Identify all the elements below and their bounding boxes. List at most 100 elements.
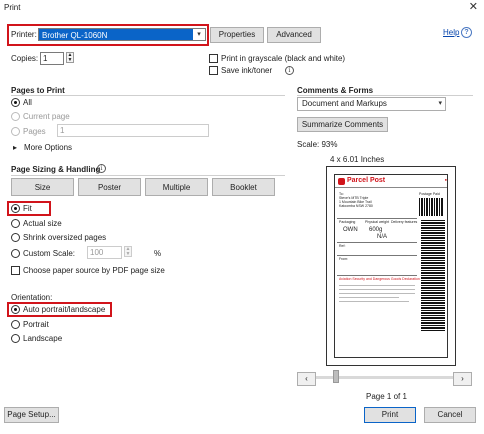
custom-scale-stepper[interactable]: ▲ ▼ xyxy=(124,246,132,257)
shrink-oversized-radio[interactable] xyxy=(11,233,20,242)
help-icon[interactable]: ? xyxy=(461,27,472,38)
pages-label: Pages xyxy=(23,127,46,136)
divider xyxy=(337,255,417,256)
divider xyxy=(337,218,417,219)
custom-scale-radio[interactable] xyxy=(11,249,20,258)
fit-label: Fit xyxy=(23,204,32,213)
comments-forms-value: Document and Markups xyxy=(302,99,387,108)
copies-stepper[interactable]: ▲ ▼ xyxy=(66,52,74,63)
packaging-label: Packaging xyxy=(339,220,356,224)
poster-button[interactable]: Poster xyxy=(78,178,141,196)
label-header: Parcel Post ● xyxy=(335,175,447,188)
comments-forms-title: Comments & Forms xyxy=(297,86,374,95)
help-link[interactable]: Help xyxy=(443,28,459,37)
carrier-logo: ● xyxy=(444,177,447,182)
all-label: All xyxy=(23,98,32,107)
preview-slider-thumb[interactable] xyxy=(333,370,339,383)
info-icon[interactable]: i xyxy=(285,66,294,75)
pages-range-input[interactable]: 1 xyxy=(57,124,209,137)
close-icon[interactable]: ✕ xyxy=(469,0,478,13)
pages-radio[interactable] xyxy=(11,127,20,136)
copies-label: Copies: xyxy=(11,54,39,63)
properties-button[interactable]: Properties xyxy=(210,27,264,43)
divider xyxy=(11,175,285,176)
fit-radio[interactable] xyxy=(11,204,20,213)
landscape-label: Landscape xyxy=(23,334,63,343)
orientation-title: Orientation: xyxy=(11,293,53,302)
print-dialog: Print ✕ Printer: Brother QL-1060N ▾ Prop… xyxy=(0,0,484,434)
security-notice: Aviation Security and Dangerous Goods De… xyxy=(339,277,420,281)
postage-barcode xyxy=(419,198,443,216)
from-label: From: xyxy=(339,257,349,261)
actual-size-label: Actual size xyxy=(23,219,62,228)
delivery-value: N/A xyxy=(377,234,388,240)
print-preview: Parcel Post ● To: Steve's MTB Triple 1 M… xyxy=(326,166,456,366)
save-ink-label: Save ink/toner xyxy=(221,66,273,75)
page-setup-button[interactable]: Page Setup... xyxy=(4,407,59,423)
divider xyxy=(297,95,473,96)
custom-scale-unit: % xyxy=(154,249,162,258)
comments-forms-select[interactable]: Document and Markups ▾ xyxy=(297,97,446,111)
divider xyxy=(337,242,417,243)
shrink-oversized-label: Shrink oversized pages xyxy=(23,233,107,242)
advanced-button[interactable]: Advanced xyxy=(267,27,321,43)
more-options-link[interactable]: More Options xyxy=(24,143,72,152)
title-bar: Print ✕ xyxy=(0,0,484,17)
summarize-comments-button[interactable]: Summarize Comments xyxy=(297,117,388,132)
current-page-label: Current page xyxy=(23,112,70,121)
window-title: Print xyxy=(4,3,21,12)
grayscale-label: Print in grayscale (black and white) xyxy=(221,54,346,63)
actual-size-radio[interactable] xyxy=(11,219,20,228)
choose-paper-source-checkbox[interactable] xyxy=(11,266,20,275)
custom-scale-input[interactable]: 100 xyxy=(87,246,122,259)
australia-post-logo xyxy=(338,178,345,185)
next-page-button[interactable]: › xyxy=(453,372,472,386)
label-to-line: Katoomba NSW 2780 xyxy=(339,204,373,208)
portrait-label: Portrait xyxy=(23,320,49,329)
chevron-down-icon: ▾ xyxy=(438,100,442,107)
booklet-button[interactable]: Booklet xyxy=(212,178,275,196)
label-preview-page: Parcel Post ● To: Steve's MTB Triple 1 M… xyxy=(334,174,448,358)
packaging-value: OWN xyxy=(343,227,358,233)
page-indicator: Page 1 of 1 xyxy=(366,392,407,401)
notice-line xyxy=(339,285,415,286)
divider xyxy=(337,275,417,276)
weight-label: Physical weight xyxy=(365,220,390,224)
scale-readout: Scale: 93% xyxy=(297,140,338,149)
current-page-radio[interactable] xyxy=(11,112,20,121)
custom-scale-label: Custom Scale: xyxy=(23,249,76,258)
auto-orientation-radio[interactable] xyxy=(11,305,20,314)
divider xyxy=(11,95,285,96)
printer-label: Printer: xyxy=(11,30,37,39)
printer-select[interactable]: Brother QL-1060N ▾ xyxy=(38,28,206,41)
pages-to-print-title: Pages to Print xyxy=(11,86,65,95)
notice-line xyxy=(339,289,415,290)
page-size-readout: 4 x 6.01 Inches xyxy=(330,155,385,164)
grayscale-checkbox[interactable] xyxy=(209,54,218,63)
cancel-button[interactable]: Cancel xyxy=(424,407,476,423)
choose-paper-source-label: Choose paper source by PDF page size xyxy=(23,266,165,275)
notice-line xyxy=(339,297,399,298)
copies-input[interactable]: 1 xyxy=(40,52,64,65)
notice-line xyxy=(339,293,415,294)
all-radio[interactable] xyxy=(11,98,20,107)
size-button[interactable]: Size xyxy=(11,178,74,196)
delivery-label: Delivery features xyxy=(391,220,418,224)
ref-label: Ref: xyxy=(339,244,346,248)
expand-arrow-icon[interactable]: ▸ xyxy=(13,143,17,152)
shipping-barcode xyxy=(421,219,445,331)
page-sizing-title: Page Sizing & Handling xyxy=(11,165,101,174)
info-icon[interactable]: i xyxy=(97,164,106,173)
notice-line xyxy=(339,301,409,302)
label-title: Parcel Post xyxy=(347,177,386,184)
auto-orientation-label: Auto portrait/landscape xyxy=(23,305,106,314)
weight-value: 600g xyxy=(369,227,383,233)
portrait-radio[interactable] xyxy=(11,320,20,329)
save-ink-checkbox[interactable] xyxy=(209,66,218,75)
postage-paid-text: Postage Paid xyxy=(419,192,440,196)
print-button[interactable]: Print xyxy=(364,407,416,423)
landscape-radio[interactable] xyxy=(11,334,20,343)
multiple-button[interactable]: Multiple xyxy=(145,178,208,196)
previous-page-button[interactable]: ‹ xyxy=(297,372,316,386)
chevron-down-icon: ▾ xyxy=(193,29,205,40)
